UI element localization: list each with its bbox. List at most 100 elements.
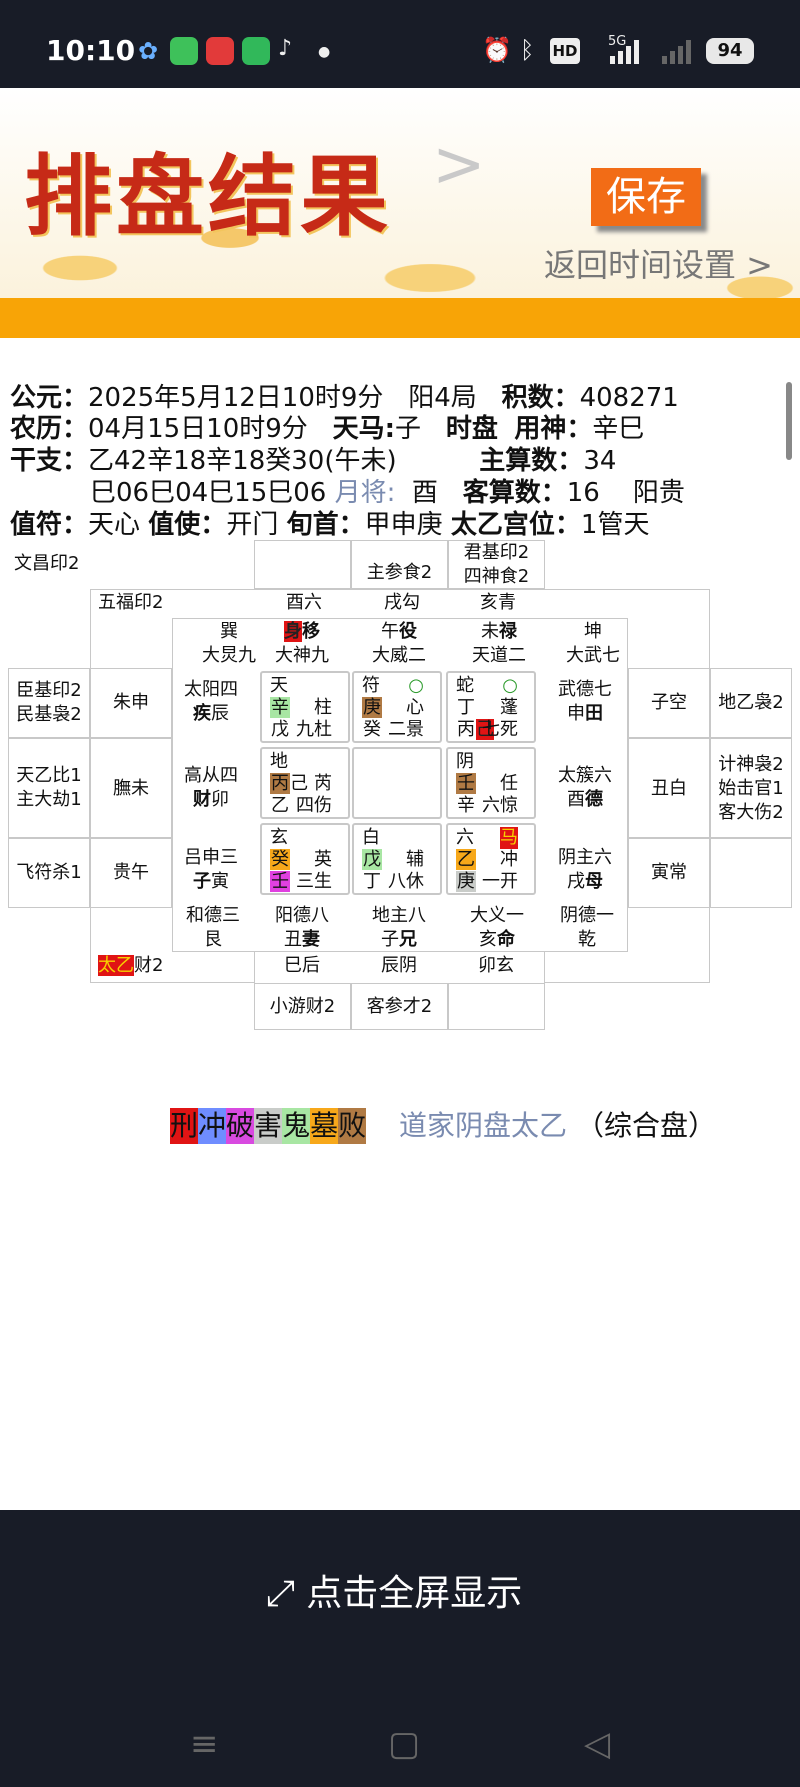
expand-icon: ⤢ [266, 1573, 295, 1614]
palace-mark: ○ [408, 675, 424, 696]
legend-item: 冲 [198, 1108, 227, 1144]
tiktok-icon: ♪ [278, 36, 293, 61]
right-in-2: 太簇六 酉德 [558, 765, 612, 810]
left-mid-3: 贵午 [90, 838, 172, 908]
fullscreen-button[interactable]: ⤢ 点击全屏显示 [266, 1564, 522, 1616]
right-outer-2: 计神袅2 始击官1 客大伤2 [710, 738, 792, 838]
divider-bar [0, 298, 800, 338]
right-in-3: 阴主六 戌母 [558, 847, 612, 892]
bottom-branch-2: 辰阴 [381, 955, 417, 976]
left-outer-2: 天乙比1 主大劫1 [8, 738, 90, 838]
wufu-label: 五福印2 [98, 592, 164, 613]
palace-gan-lower: 壬 [270, 871, 290, 892]
palace-5 [352, 747, 442, 819]
outer-top-cell-2: 主参食2 [351, 540, 448, 589]
left-mid-1: 朱申 [90, 668, 172, 738]
palace-star: 英 [314, 849, 332, 870]
legend-item: 败 [338, 1108, 367, 1144]
palace-star: 辅 [406, 849, 424, 870]
save-button[interactable]: 保存 [591, 168, 701, 226]
bottom-bar: ⤢ 点击全屏显示 ≡ ▢ ◁ [0, 1510, 800, 1787]
branch-top-3: 亥青 [480, 592, 516, 613]
palace-gan-lower: 癸 [363, 719, 381, 740]
bottom-in-4: 大义一 亥命 [470, 905, 524, 950]
palace-star: 芮 [314, 773, 332, 794]
legend-item: 害 [254, 1108, 283, 1144]
header-banner: 排盘结果 > 保存 返回时间设置 > [0, 88, 800, 298]
app-icon-1: ✿ [137, 37, 159, 65]
palace-gate: 二景 [388, 719, 424, 740]
palace-god: 玄 [270, 827, 288, 848]
top-mid-3: 未禄 天道二 [472, 621, 526, 666]
palace-gan-upper: 壬 [456, 773, 476, 794]
palace-god: 白 [362, 827, 380, 848]
palace-gan-lower: 戊 [271, 719, 289, 740]
left-outer-3: 飞符杀1 [8, 838, 90, 908]
palace-gate: 六惊 [482, 795, 518, 816]
palace-gan-upper: 戊 [362, 849, 382, 870]
palace-4: 地丙己芮乙四伤 [260, 747, 350, 819]
palace-god: 蛇 [456, 675, 474, 696]
palace-gan-lower: 乙 [271, 795, 289, 816]
palace-gate: 三生 [296, 871, 332, 892]
legend-items: 刑冲破害鬼墓败 [170, 1108, 367, 1144]
status-bar: 10:10 ✿ ♪ ● ⏰ ᛒ HD 5G 94 [0, 0, 800, 88]
taiyi-chart: 主参食2 君基印2 四神食2 文昌印2 五福印2 酉六 戌勾 亥青 巽大炅九 身移… [0, 538, 800, 1038]
left-in-2: 高从四 财卯 [184, 765, 238, 810]
back-nav-icon[interactable]: ◁ [584, 1724, 610, 1764]
menu-nav-icon[interactable]: ≡ [190, 1724, 219, 1764]
top-mid-1: 身移 大神九 [275, 621, 329, 666]
palace-gan-lower: 庚 [456, 871, 476, 892]
battery-indicator: 94 [706, 38, 754, 64]
scrollbar[interactable] [786, 382, 792, 460]
bottom-in-3: 地主八 子兄 [372, 905, 426, 950]
palace-gan-lower: 丁 [363, 871, 381, 892]
chart-type-title: 道家阴盘太乙 [399, 1109, 568, 1142]
palace-2: 符 ○ 庚 心癸二景 [352, 671, 442, 743]
back-to-time-settings-link[interactable]: 返回时间设置 > [544, 240, 773, 286]
bluetooth-icon: ᛒ [520, 36, 535, 64]
palace-gan-upper: 辛 [270, 697, 290, 718]
branch-top-2: 戌勾 [384, 592, 420, 613]
palace-star: 任 [500, 773, 518, 794]
palace-9: 六 马乙 冲庚一开 [446, 823, 536, 895]
branch-top-1: 酉六 [286, 592, 322, 613]
right-in-1: 武德七 申田 [558, 679, 612, 724]
outer-top-cell-3: 君基印2 四神食2 [448, 540, 545, 589]
bottom-branch-3: 卯玄 [478, 955, 514, 976]
app-icon-4 [242, 37, 270, 65]
right-outer-3 [710, 838, 792, 908]
palace-god: 天 [270, 675, 288, 696]
network-type: 5G [608, 34, 627, 49]
chart-type-subtitle: （综合盘） [575, 1109, 716, 1142]
bottom-in-2: 阳德八 丑妻 [275, 905, 329, 950]
palace-gan-upper: 乙 [456, 849, 476, 870]
left-mid-2: 膴未 [90, 738, 172, 838]
palace-8: 白戊 辅丁八休 [352, 823, 442, 895]
palace-god: 六 [456, 827, 474, 848]
outer-bottom-3 [448, 983, 545, 1030]
palace-3: 蛇 ○ 丁蓬丙己 七死 [446, 671, 536, 743]
legend: 刑冲破害鬼墓败 道家阴盘太乙 （综合盘） [170, 1108, 716, 1144]
palace-gan-lower: 丙 [457, 719, 475, 740]
palace-7: 玄癸 英壬三生 [260, 823, 350, 895]
chevron-right-icon: > [432, 128, 486, 202]
app-icon-3 [206, 37, 234, 65]
palace-gate: 四伤 [296, 795, 332, 816]
palace-star: 柱 [314, 697, 332, 718]
palace-star: 冲 [500, 849, 518, 870]
left-outer-1: 臣基印2 民基袅2 [8, 668, 90, 738]
alarm-icon: ⏰ [482, 36, 512, 64]
palace-gate: 七死 [482, 719, 518, 740]
outer-top-cell-1 [254, 540, 351, 589]
home-nav-icon[interactable]: ▢ [388, 1724, 420, 1764]
palace-god: 阴 [456, 751, 474, 772]
taiyi-label: 太乙财2 [98, 955, 164, 976]
dot-icon: ● [318, 44, 331, 60]
left-in-3: 吕申三 子寅 [184, 847, 238, 892]
palace-god: 地 [270, 751, 288, 772]
right-mid-3: 寅常 [628, 838, 710, 908]
corner-xun: 巽大炅九 [202, 621, 256, 666]
top-mid-2: 午役 大威二 [372, 621, 426, 666]
palace-1: 天辛 柱戊九杜 [260, 671, 350, 743]
